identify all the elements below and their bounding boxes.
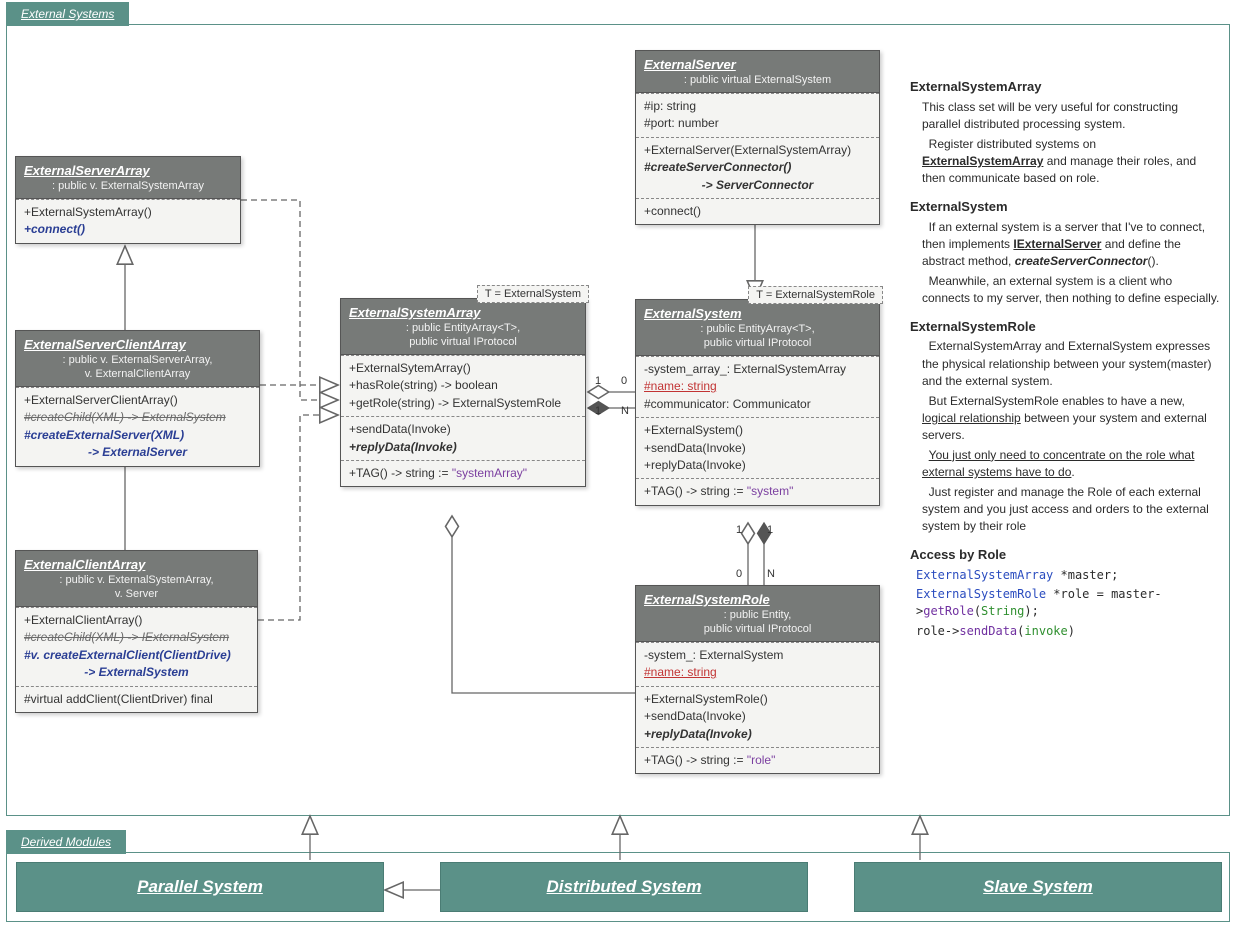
mult-na: N	[621, 405, 629, 417]
doc-text: But ExternalSystemRole enables to have a…	[922, 393, 1220, 445]
tag-value: "system"	[747, 484, 794, 498]
attr-name: #name: string	[644, 378, 871, 395]
doc-text: Register distributed systems on External…	[922, 136, 1220, 188]
member: +ExternalSystemRole()	[644, 691, 871, 708]
member: +replyData(Invoke)	[349, 439, 577, 456]
class-external-server: ExternalServer : public virtual External…	[635, 50, 880, 225]
code-line: ExternalSystemRole *role = master->getRo…	[916, 586, 1220, 621]
doc-panel: ExternalSystemArray This class set will …	[910, 68, 1220, 642]
class-sub: public virtual IProtocol	[644, 337, 871, 349]
class-sub: : public v. ExternalSystemArray,	[24, 574, 249, 586]
class-external-server-array: ExternalServerArray : public v. External…	[15, 156, 241, 244]
member-return: -> ExternalSystem	[24, 664, 249, 681]
member: #virtual addClient(ClientDriver) final	[24, 691, 249, 708]
member: #v. createExternalClient(ClientDrive)	[24, 647, 249, 664]
member: +ExternalServerClientArray()	[24, 392, 251, 409]
member: +ExternalSytemArray()	[349, 360, 577, 377]
member: #createChild(XML) -> ExternalSystem	[24, 409, 251, 426]
member: +sendData(Invoke)	[349, 421, 577, 438]
member-return: -> ExternalServer	[24, 444, 251, 461]
class-external-system-array: T = ExternalSystem ExternalSystemArray :…	[340, 298, 586, 487]
attr: -system_array_: ExternalSystemArray	[644, 361, 871, 378]
attr-name: #name: string	[644, 664, 871, 681]
member: +ExternalServer(ExternalSystemArray)	[644, 142, 871, 159]
doc-heading: Access by Role	[910, 546, 1220, 565]
class-sub: : public virtual ExternalSystem	[644, 74, 871, 86]
class-external-client-array: ExternalClientArray : public v. External…	[15, 550, 258, 713]
attr: #ip: string	[644, 98, 871, 115]
member: +sendData(Invoke)	[644, 440, 871, 457]
mult-nb: N	[767, 568, 775, 580]
class-sub: public virtual IProtocol	[349, 336, 577, 348]
member: #createExternalServer(XML)	[24, 427, 251, 444]
member: +sendData(Invoke)	[644, 708, 871, 725]
mult-0b: 0	[736, 568, 742, 580]
module-slave: Slave System	[854, 862, 1222, 912]
tag-label: +TAG() -> string :=	[644, 484, 747, 498]
doc-text: If an external system is a server that I…	[922, 219, 1220, 271]
diagram-canvas: External Systems Derived Modules	[0, 0, 1238, 928]
tag-label: +TAG() -> string :=	[644, 753, 747, 767]
class-sub: : public v. ExternalServerArray,	[24, 354, 251, 366]
member: +ExternalSystemArray()	[24, 204, 232, 221]
doc-heading: ExternalSystemRole	[910, 318, 1220, 337]
tag-value: "role"	[747, 753, 776, 767]
class-title: ExternalServerClientArray	[24, 337, 251, 352]
class-title: ExternalSystemArray	[349, 305, 577, 320]
doc-text: Just register and manage the Role of eac…	[922, 484, 1220, 536]
member: +ExternalSystem()	[644, 422, 871, 439]
class-title: ExternalSystemRole	[644, 592, 871, 607]
member: +getRole(string) -> ExternalSystemRole	[349, 395, 577, 412]
doc-text: ExternalSystemArray and ExternalSystem e…	[922, 338, 1220, 390]
doc-text: Meanwhile, an external system is a clien…	[922, 273, 1220, 308]
class-external-system-role: ExternalSystemRole : public Entity, publ…	[635, 585, 880, 774]
code-line: role->sendData(invoke)	[916, 623, 1220, 640]
member-return: -> ServerConnector	[644, 177, 871, 194]
class-title: ExternalServer	[644, 57, 871, 72]
class-title: ExternalClientArray	[24, 557, 249, 572]
type-param: T = ExternalSystem	[477, 285, 589, 303]
member: +connect()	[644, 203, 871, 220]
class-sub: : public Entity,	[644, 609, 871, 621]
member: #createServerConnector()	[644, 159, 871, 176]
package-label-external: External Systems	[6, 2, 129, 26]
doc-heading: ExternalSystem	[910, 198, 1220, 217]
member: +replyData(Invoke)	[644, 726, 871, 743]
mult-1b: 1	[595, 405, 601, 417]
class-sub: v. ExternalClientArray	[24, 368, 251, 380]
attr: #port: number	[644, 115, 871, 132]
class-external-system: T = ExternalSystemRole ExternalSystem : …	[635, 299, 880, 506]
module-parallel: Parallel System	[16, 862, 384, 912]
class-title: ExternalServerArray	[24, 163, 232, 178]
mult-1d: 1	[767, 524, 773, 536]
doc-text: This class set will be very useful for c…	[922, 99, 1220, 134]
member: +ExternalClientArray()	[24, 612, 249, 629]
code-line: ExternalSystemArray *master;	[916, 567, 1220, 584]
module-distributed: Distributed System	[440, 862, 808, 912]
package-label-derived: Derived Modules	[6, 830, 126, 854]
attr: -system_: ExternalSystem	[644, 647, 871, 664]
mult-0a: 0	[621, 375, 627, 387]
member: +replyData(Invoke)	[644, 457, 871, 474]
member: #createChild(XML) -> IExternalSystem	[24, 629, 249, 646]
class-title: ExternalSystem	[644, 306, 871, 321]
mult-1c: 1	[736, 524, 742, 536]
class-sub: : public EntityArray<T>,	[644, 323, 871, 335]
attr: #communicator: Communicator	[644, 396, 871, 413]
type-param: T = ExternalSystemRole	[748, 286, 883, 304]
doc-text: You just only need to concentrate on the…	[922, 447, 1220, 482]
class-sub: : public v. ExternalSystemArray	[24, 180, 232, 192]
tag-value: "systemArray"	[452, 466, 527, 480]
class-sub: v. Server	[24, 588, 249, 600]
member-connect: +connect()	[24, 221, 232, 238]
class-sub: : public EntityArray<T>,	[349, 322, 577, 334]
mult-1a: 1	[595, 375, 601, 387]
class-external-server-client-array: ExternalServerClientArray : public v. Ex…	[15, 330, 260, 467]
class-sub: public virtual IProtocol	[644, 623, 871, 635]
member: +hasRole(string) -> boolean	[349, 377, 577, 394]
doc-heading: ExternalSystemArray	[910, 78, 1220, 97]
tag-label: +TAG() -> string :=	[349, 466, 452, 480]
